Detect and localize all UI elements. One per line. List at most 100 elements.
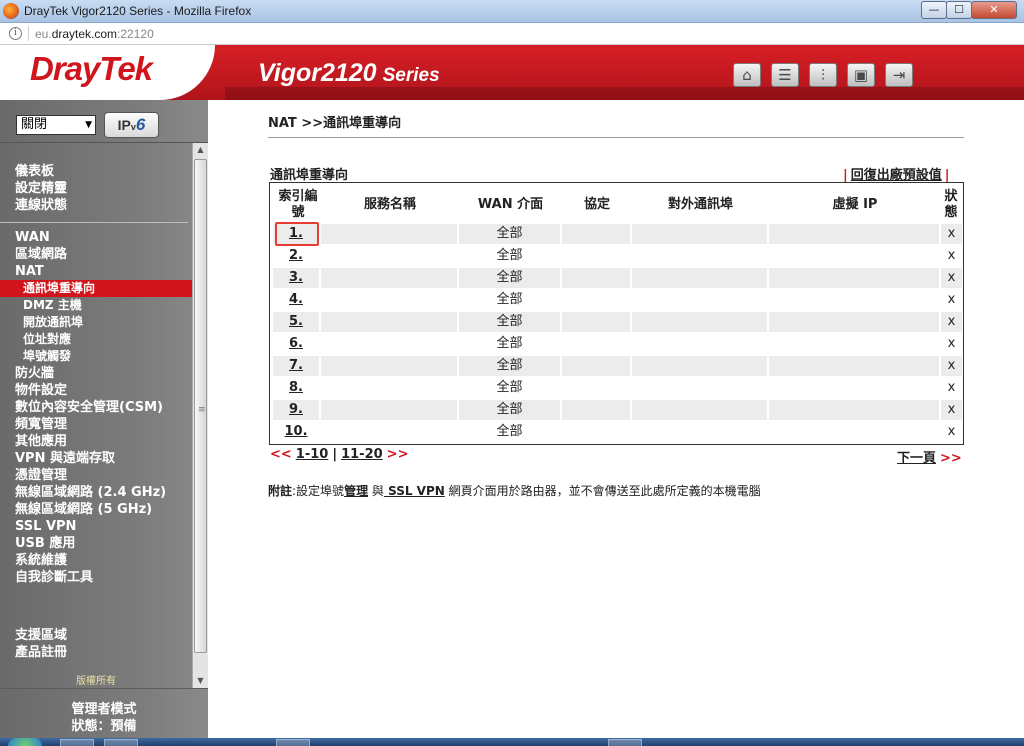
row-index-link[interactable]: 7. [289, 358, 303, 373]
table-cell-svc [321, 334, 457, 354]
table-cell-proto [562, 378, 630, 398]
save-icon[interactable]: ▣ [847, 63, 875, 87]
sidebar-item[interactable]: 防火牆 [0, 365, 192, 382]
table-cell-vip [769, 378, 939, 398]
sidebar-item[interactable]: 區域網路 [0, 246, 192, 263]
sidebar-item[interactable]: 設定精靈 [0, 180, 192, 197]
table-cell-wan: 全部 [459, 268, 560, 288]
admin-status: 狀態：預備 [71, 719, 137, 734]
quick-start-icon[interactable]: ☰ [771, 63, 799, 87]
sidebar-item[interactable]: 系統維護 [0, 552, 192, 569]
scroll-down-icon[interactable]: ▼ [193, 674, 208, 688]
minimize-button[interactable]: — [921, 1, 947, 19]
url-bar[interactable]: i eu.draytek.com:22120 [0, 23, 1024, 45]
pager-left: << 1-10 | 11-20 >> [270, 447, 408, 462]
table-cell-stat: x [941, 356, 962, 376]
table-cell-vip [769, 246, 939, 266]
table-cell-idx: 4. [273, 290, 319, 310]
table-row: 6. 全部 x [273, 334, 962, 354]
row-index-link[interactable]: 10. [284, 424, 307, 439]
mode-select[interactable]: 關閉 ▼ [16, 115, 96, 135]
sidebar-item[interactable]: 開放通訊埠 [0, 314, 192, 331]
close-button[interactable]: ✕ [971, 1, 1017, 19]
next-page-link[interactable]: 下一頁 [897, 451, 936, 466]
start-button[interactable] [8, 738, 42, 746]
table-cell-stat: x [947, 380, 956, 395]
sidebar-item[interactable]: VPN 與遠端存取 [0, 450, 192, 467]
table-cell-vip [769, 290, 939, 310]
taskbar-button[interactable] [104, 739, 138, 746]
sidebar-item[interactable]: 無線區域網路 (2.4 GHz) [0, 484, 192, 501]
note-link-ssl-vpn[interactable]: SSL VPN [384, 484, 445, 498]
sidebar-item[interactable]: 自我診斷工具 [0, 569, 192, 586]
scroll-up-icon[interactable]: ▲ [193, 143, 208, 157]
row-index-link[interactable]: 6. [289, 336, 303, 351]
home-icon[interactable]: ⌂ [733, 63, 761, 87]
sidebar-item[interactable]: 位址對應 [0, 331, 192, 348]
row-index-link[interactable]: 2. [289, 248, 303, 263]
sidebar-item[interactable]: 埠號觸發 [0, 348, 192, 365]
sidebar-item[interactable]: 憑證管理 [0, 467, 192, 484]
sidebar-item[interactable]: NAT [0, 263, 192, 280]
taskbar [0, 738, 1024, 746]
sidebar-scrollbar[interactable]: ▲ ≡ ▼ [192, 143, 208, 688]
table-cell-vip [769, 268, 939, 288]
table-cell-port [632, 224, 767, 244]
sidebar-item[interactable]: 其他應用 [0, 433, 192, 450]
page-link-11-20[interactable]: 11-20 [341, 447, 383, 462]
row-index-link[interactable]: 4. [289, 292, 303, 307]
note-link-management[interactable]: 管理 [344, 484, 368, 498]
page-link-1-10[interactable]: 1-10 [296, 447, 329, 462]
table-row: 9. 全部 x [273, 400, 962, 420]
menu-group-main: WAN 區域網路 NAT 通訊埠重導向 DMZ 主機 開放通訊埠 位址對應 埠號觸發 防火牆 物件… [0, 229, 192, 586]
row-index-link[interactable]: 3. [289, 270, 303, 285]
url-text[interactable]: eu.draytek.com:22120 [35, 27, 154, 41]
mixer-icon[interactable]: ⫶ [809, 63, 837, 87]
sidebar-item[interactable]: USB 應用 [0, 535, 192, 552]
table-row: 4. 全部 x [273, 290, 962, 310]
table-cell-proto [562, 246, 630, 266]
table-cell-idx: 7. [273, 356, 319, 376]
sidebar-item[interactable]: 數位內容安全管理(CSM) [0, 399, 192, 416]
table-cell-svc [321, 268, 457, 288]
table-cell-wan: 全部 [459, 400, 560, 420]
table-row: 7. 全部 x [273, 356, 962, 376]
sidebar-item[interactable]: 頻寬管理 [0, 416, 192, 433]
site-info-icon[interactable]: i [9, 27, 22, 40]
menu-divider [0, 222, 188, 223]
col-header-status: 狀 態 [944, 189, 958, 220]
taskbar-button[interactable] [608, 739, 642, 746]
row-index-link[interactable]: 8. [289, 380, 303, 395]
restore-defaults-link[interactable]: 回復出廠預設值 [851, 168, 942, 183]
table-cell-vip [769, 312, 939, 332]
grip-icon: ≡ [198, 405, 206, 415]
pager-right: 下一頁 >> [897, 447, 962, 466]
scroll-thumb[interactable]: ≡ [194, 159, 207, 653]
logout-icon[interactable]: ⇥ [885, 63, 913, 87]
sidebar-item[interactable]: SSL VPN [0, 518, 192, 535]
sidebar-item[interactable]: 通訊埠重導向 [0, 280, 192, 297]
maximize-button[interactable]: ☐ [946, 1, 972, 19]
note: 附註:設定埠號管理 與 SSL VPN 網頁介面用於路由器，並不會傳送至此處所定… [268, 482, 761, 499]
url-separator [28, 26, 29, 41]
row-index-link[interactable]: 5. [289, 314, 303, 329]
row-index-link[interactable]: 9. [289, 402, 303, 417]
table-cell-proto [562, 356, 630, 376]
ipv6-button[interactable]: IPv6 [104, 112, 159, 138]
sidebar-item[interactable]: WAN [0, 229, 192, 246]
taskbar-button[interactable] [60, 739, 94, 746]
taskbar-button[interactable] [276, 739, 310, 746]
window-title: DrayTek Vigor2120 Series - Mozilla Firef… [24, 4, 252, 18]
sidebar-item[interactable]: 物件設定 [0, 382, 192, 399]
sidebar-item[interactable]: 連線狀態 [0, 197, 192, 214]
sidebar-item[interactable]: 產品註冊 [0, 644, 192, 661]
table-cell-vip [769, 400, 939, 420]
table-cell-vip [769, 422, 939, 442]
note-text-3: 網頁介面用於路由器，並不會傳送至此處所定義的本機電腦 [444, 484, 761, 498]
sidebar-item[interactable]: 無線區域網路 (5 GHz) [0, 501, 192, 518]
draytek-logo: DrayTek [30, 50, 153, 87]
sidebar-item[interactable]: 儀表板 [0, 163, 192, 180]
ipv6-six: 6 [135, 115, 146, 134]
sidebar-item[interactable]: DMZ 主機 [0, 297, 192, 314]
sidebar-item[interactable]: 支援區域 [0, 627, 192, 644]
